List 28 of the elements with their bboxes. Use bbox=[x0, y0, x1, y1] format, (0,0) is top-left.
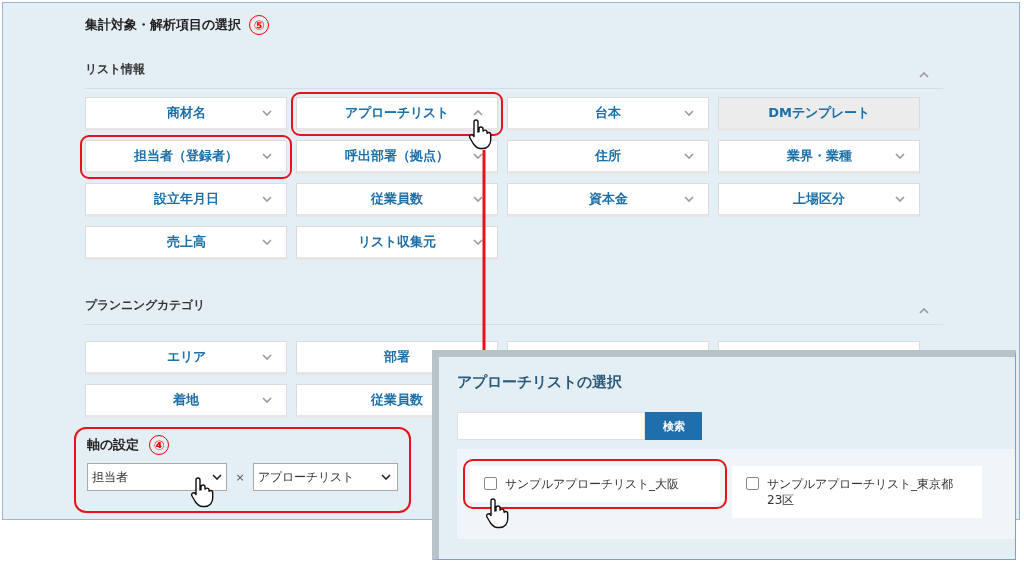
category-button[interactable]: エリア bbox=[85, 341, 287, 375]
axis-select[interactable]: 担当者 bbox=[87, 463, 228, 491]
category-button[interactable]: 上場区分 bbox=[718, 183, 920, 217]
list-option[interactable]: サンプルアプローチリスト_大阪 bbox=[470, 466, 720, 502]
category-button[interactable]: DMテンプレート bbox=[718, 97, 920, 131]
option-label: サンプルアプローチリスト_大阪 bbox=[505, 476, 679, 492]
category-button[interactable]: 設立年月日 bbox=[85, 183, 287, 217]
section-label: リスト情報 bbox=[85, 61, 145, 78]
category-button[interactable]: 従業員数 bbox=[296, 183, 498, 217]
category-button[interactable]: 呼出部署（拠点） bbox=[296, 140, 498, 174]
category-button[interactable]: 着地 bbox=[85, 384, 287, 418]
category-button[interactable]: アプローチリスト bbox=[296, 97, 498, 131]
panel-title: 集計対象・解析項目の選択 bbox=[85, 16, 241, 34]
axis-label: 軸の設定 bbox=[87, 436, 139, 454]
axis-select[interactable]: アプローチリスト bbox=[252, 463, 398, 491]
category-button[interactable]: 商材名 bbox=[85, 97, 287, 131]
category-button[interactable]: 業界・業種 bbox=[718, 140, 920, 174]
search-button[interactable]: 検索 bbox=[645, 412, 702, 440]
category-button[interactable]: 台本 bbox=[507, 97, 709, 131]
list-option[interactable]: サンプルアプローチリスト_東京都23区 bbox=[732, 466, 982, 518]
category-button[interactable]: リスト収集元 bbox=[296, 226, 498, 260]
section-label: プランニングカテゴリ bbox=[85, 297, 205, 314]
category-button[interactable]: 売上高 bbox=[85, 226, 287, 260]
category-button[interactable]: 担当者（登録者） bbox=[85, 140, 287, 174]
category-button[interactable]: 資本金 bbox=[507, 183, 709, 217]
category-button[interactable]: 住所 bbox=[507, 140, 709, 174]
times-sign: × bbox=[235, 470, 245, 484]
option-label: サンプルアプローチリスト_東京都23区 bbox=[767, 476, 954, 508]
